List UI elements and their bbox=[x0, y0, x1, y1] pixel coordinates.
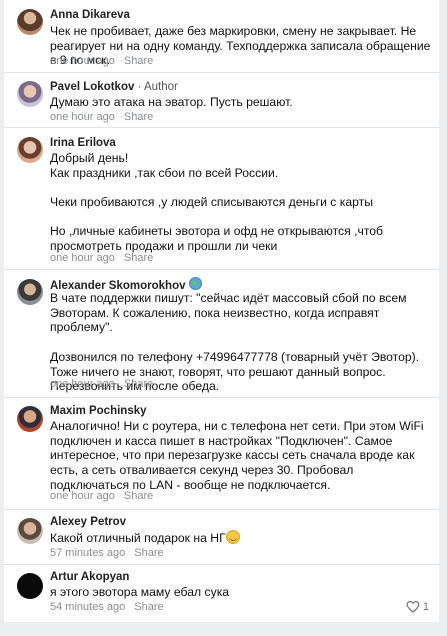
comment-text: Какой отличный подарок на НГ bbox=[50, 530, 431, 546]
comment-meta: one hour ago Share bbox=[50, 55, 153, 67]
comment-paragraph: Думаю это атака на эватор. Пусть решают. bbox=[50, 95, 293, 109]
heart-icon bbox=[406, 600, 420, 613]
comment-meta: one hour ago Share bbox=[50, 490, 153, 502]
comment-card: Anna Dikareva Чек не пробивает, даже без… bbox=[4, 0, 439, 72]
share-link[interactable]: Share bbox=[134, 547, 163, 559]
author-role: · Author bbox=[137, 81, 178, 93]
comment-paragraph: Чеки пробиваются ,у людей списываются де… bbox=[50, 195, 374, 210]
comment-card: Artur Akopyan я этого эвотора маму ебал … bbox=[4, 564, 439, 622]
comment-paragraph: Какой отличный подарок на НГ bbox=[50, 531, 226, 545]
comment-card: Maxim Pochinsky Аналогично! Ни с роутера… bbox=[4, 397, 439, 509]
avatar[interactable] bbox=[17, 406, 43, 432]
comment-author[interactable]: Maxim Pochinsky bbox=[50, 405, 147, 417]
grinning-face-emoji-icon bbox=[225, 530, 240, 544]
comment-author[interactable]: Artur Akopyan bbox=[50, 571, 129, 583]
comment-card: Irina Erilova Добрый день! Как праздники… bbox=[4, 127, 439, 269]
share-link[interactable]: Share bbox=[124, 55, 153, 67]
comment-author[interactable]: Pavel Lokotkov · Author bbox=[50, 81, 178, 93]
comment-card: Alexey Petrov Какой отличный подарок на … bbox=[4, 509, 439, 564]
share-link[interactable]: Share bbox=[124, 378, 153, 390]
comment-author[interactable]: Anna Dikareva bbox=[50, 9, 130, 21]
comment-time[interactable]: one hour ago bbox=[50, 378, 115, 390]
avatar[interactable] bbox=[17, 137, 43, 163]
avatar[interactable] bbox=[17, 279, 43, 305]
like-count: 1 bbox=[422, 601, 429, 613]
avatar[interactable] bbox=[17, 81, 43, 107]
comment-card: Alexander Skomorokhov В чате поддержки п… bbox=[4, 269, 439, 397]
comment-time[interactable]: one hour ago bbox=[50, 252, 115, 264]
share-link[interactable]: Share bbox=[124, 252, 153, 264]
comment-paragraph: Но ,личные кабинеты эвотора и офд не отк… bbox=[50, 224, 384, 254]
comment-author[interactable]: Irina Erilova bbox=[50, 137, 116, 149]
comment-text: Добрый день! Как праздники ,так сбои по … bbox=[50, 151, 431, 254]
comment-paragraph: Добрый день! Как праздники ,так сбои по … bbox=[50, 151, 279, 180]
comment-meta: 57 minutes ago Share bbox=[50, 547, 164, 559]
comment-meta: one hour ago Share bbox=[50, 252, 153, 264]
comment-text: я этого эвотора маму ебал сука bbox=[50, 585, 431, 600]
comment-time[interactable]: one hour ago bbox=[50, 111, 115, 123]
comments-feed: Anna Dikareva Чек не пробивает, даже без… bbox=[0, 0, 447, 636]
comment-author[interactable]: Alexander Skomorokhov bbox=[50, 277, 203, 292]
comment-time[interactable]: one hour ago bbox=[50, 55, 115, 67]
globe-badge-icon bbox=[189, 277, 203, 290]
comment-meta: one hour ago Share bbox=[50, 111, 153, 123]
share-link[interactable]: Share bbox=[134, 601, 163, 613]
share-link[interactable]: Share bbox=[124, 490, 153, 502]
comment-time[interactable]: 54 minutes ago bbox=[50, 601, 125, 613]
comment-meta: 54 minutes ago Share bbox=[50, 601, 164, 613]
comment-card: Pavel Lokotkov · Author Думаю это атака … bbox=[4, 72, 439, 127]
comment-paragraph: В чате поддержки пишут: "сейчас идёт мас… bbox=[50, 291, 407, 335]
avatar[interactable] bbox=[17, 518, 43, 544]
comment-paragraph: я этого эвотора маму ебал сука bbox=[50, 585, 230, 599]
share-link[interactable]: Share bbox=[124, 111, 153, 123]
comment-meta: one hour ago Share bbox=[50, 378, 153, 390]
comment-author[interactable]: Alexey Petrov bbox=[50, 516, 126, 528]
avatar[interactable] bbox=[17, 9, 43, 35]
avatar[interactable] bbox=[17, 573, 43, 599]
comment-time[interactable]: 57 minutes ago bbox=[50, 547, 125, 559]
like-button[interactable]: 1 bbox=[406, 600, 429, 613]
comment-text: Аналогично! Ни с роутера, ни с телефона … bbox=[50, 419, 431, 493]
comment-paragraph: Аналогично! Ни с роутера, ни с телефона … bbox=[50, 419, 424, 492]
comment-time[interactable]: one hour ago bbox=[50, 490, 115, 502]
comment-text: Думаю это атака на эватор. Пусть решают. bbox=[50, 95, 431, 110]
